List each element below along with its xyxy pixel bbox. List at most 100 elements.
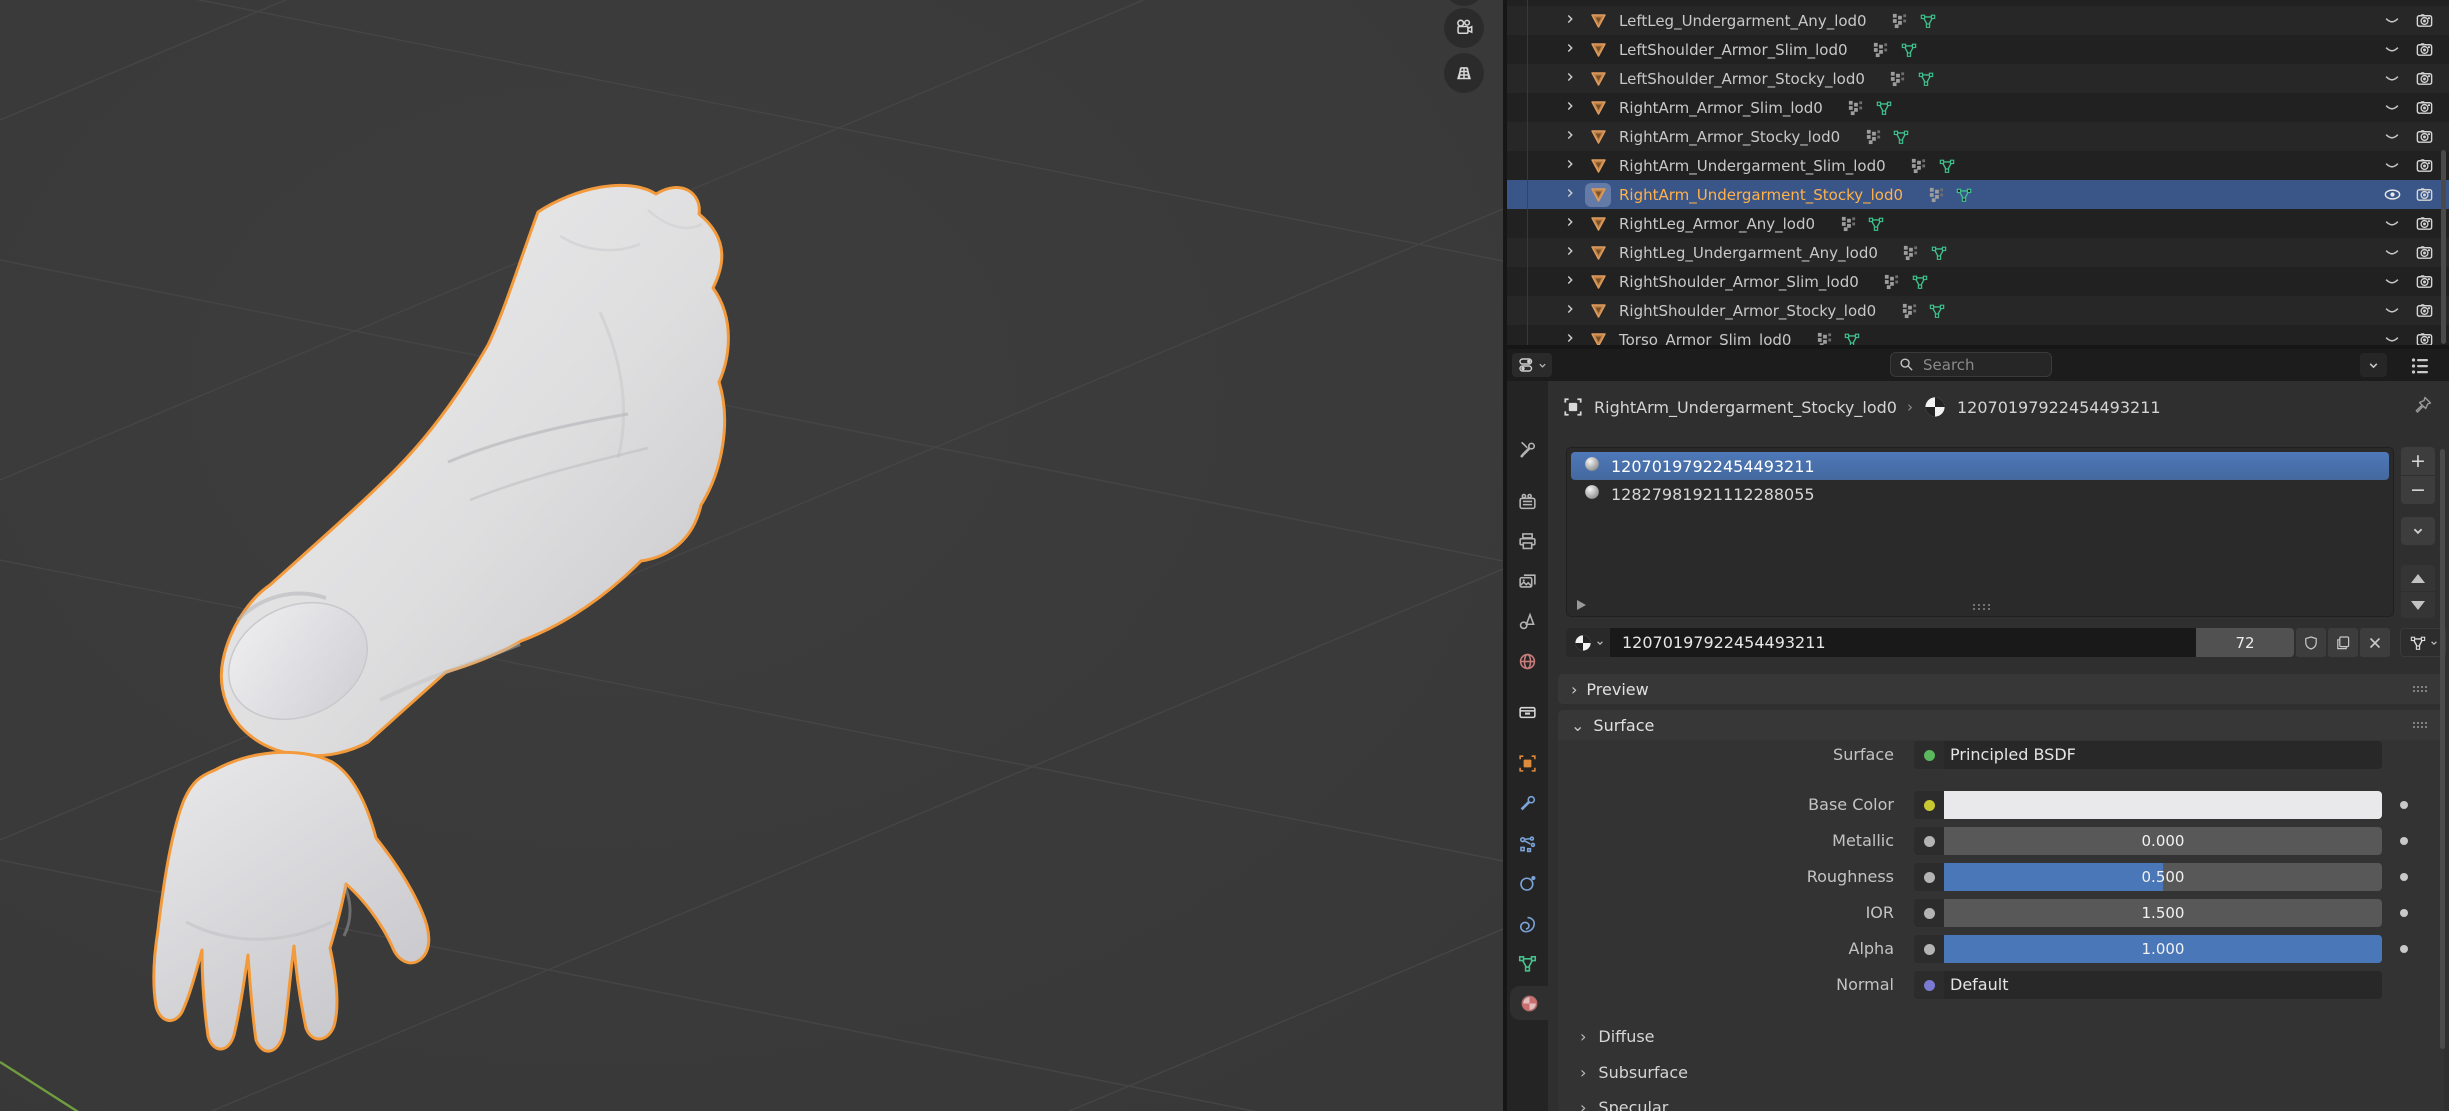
- material-name-field[interactable]: [1610, 628, 2196, 657]
- tab-physics[interactable]: [1507, 866, 1548, 900]
- subpanel-diffuse[interactable]: ›Diffuse: [1558, 1022, 2444, 1050]
- properties-search[interactable]: [1890, 352, 2052, 377]
- tab-view-layer[interactable]: [1507, 564, 1548, 598]
- camera-restrict-icon[interactable]: [2413, 154, 2435, 176]
- header-collapse-button[interactable]: [2360, 353, 2387, 377]
- search-input[interactable]: [1921, 355, 2035, 375]
- animate-decorator-dot[interactable]: [2400, 909, 2408, 917]
- alpha-slider[interactable]: 1.000: [1914, 935, 2382, 963]
- outliner-row[interactable]: RightLeg_Armor_Any_lod0: [1507, 209, 2449, 238]
- outliner-row[interactable]: RightArm_Armor_Stocky_lod0: [1507, 122, 2449, 151]
- metallic-slider[interactable]: 0.000: [1914, 827, 2382, 855]
- material-slot[interactable]: 12827981921112288055: [1571, 480, 2389, 508]
- tab-tool[interactable]: [1507, 433, 1548, 467]
- header-options-button[interactable]: [2406, 353, 2433, 377]
- eye-closed-icon[interactable]: [2381, 125, 2403, 147]
- expand-chevron-icon[interactable]: [1563, 11, 1585, 30]
- unlink-material-button[interactable]: [2360, 628, 2390, 657]
- outliner-item-label[interactable]: LeftShoulder_Armor_Slim_lod0: [1619, 41, 1848, 59]
- preview-panel-header[interactable]: › Preview: [1558, 674, 2444, 704]
- camera-view-gizmo[interactable]: [1444, 8, 1484, 48]
- eye-closed-icon[interactable]: [2381, 241, 2403, 263]
- breadcrumb-material[interactable]: 12070197922454493211: [1957, 398, 2161, 417]
- normal-menu[interactable]: Default: [1914, 971, 2382, 999]
- tab-constraints[interactable]: [1507, 907, 1548, 941]
- outliner-row-selected[interactable]: RightArm_Undergarment_Stocky_lod0: [1507, 180, 2449, 209]
- move-slot-down-button[interactable]: [2401, 592, 2435, 618]
- outliner-row[interactable]: LeftShoulder_Armor_Stocky_lod0: [1507, 64, 2449, 93]
- camera-restrict-icon[interactable]: [2413, 125, 2435, 147]
- add-slot-button[interactable]: +: [2401, 447, 2435, 475]
- outliner-item-label[interactable]: RightLeg_Armor_Any_lod0: [1619, 215, 1815, 233]
- animate-decorator-dot[interactable]: [2400, 837, 2408, 845]
- editor-divider-horizontal[interactable]: [1503, 345, 2449, 349]
- outliner-row[interactable]: RightArm_Undergarment_Slim_lod0: [1507, 151, 2449, 180]
- move-slot-up-button[interactable]: [2401, 565, 2435, 591]
- properties-scrollbar[interactable]: [2440, 449, 2445, 1049]
- outliner-row[interactable]: LeftLeg_Undergarment_Any_lod0: [1507, 6, 2449, 35]
- surface-menu[interactable]: Principled BSDF: [1914, 741, 2382, 769]
- tab-output[interactable]: [1507, 524, 1548, 558]
- camera-restrict-icon[interactable]: [2413, 38, 2435, 60]
- eye-closed-icon[interactable]: [2381, 270, 2403, 292]
- expand-chevron-icon[interactable]: [1563, 330, 1585, 345]
- surface-panel-header[interactable]: ⌄ Surface: [1558, 710, 2444, 740]
- panel-drag-grip[interactable]: [2412, 685, 2430, 694]
- tab-scene[interactable]: [1507, 604, 1548, 638]
- expand-chevron-icon[interactable]: [1563, 40, 1585, 59]
- tab-material[interactable]: [1510, 986, 1548, 1020]
- eye-closed-icon[interactable]: [2381, 38, 2403, 60]
- tab-world[interactable]: [1507, 644, 1548, 678]
- fake-user-button[interactable]: [2296, 628, 2326, 657]
- outliner-scrollbar[interactable]: [2441, 150, 2446, 344]
- eye-closed-icon[interactable]: [2381, 67, 2403, 89]
- expand-chevron-icon[interactable]: [1563, 69, 1585, 88]
- eye-closed-icon[interactable]: [2381, 9, 2403, 31]
- tab-modifiers[interactable]: [1507, 786, 1548, 820]
- outliner-row[interactable]: LeftShoulder_Armor_Slim_lod0: [1507, 35, 2449, 64]
- camera-restrict-icon[interactable]: [2413, 67, 2435, 89]
- grid-floor-gizmo[interactable]: [1444, 53, 1484, 93]
- eye-closed-icon[interactable]: [2381, 299, 2403, 321]
- expand-chevron-icon[interactable]: [1563, 127, 1585, 146]
- base-color-swatch[interactable]: [1914, 791, 2382, 819]
- outliner-item-label[interactable]: RightArm_Undergarment_Stocky_lod0: [1619, 186, 1903, 204]
- outliner-item-label[interactable]: RightShoulder_Armor_Stocky_lod0: [1619, 302, 1876, 320]
- expand-chevron-icon[interactable]: [1563, 0, 1585, 1]
- ior-slider[interactable]: 1.500: [1914, 899, 2382, 927]
- subpanel-subsurface[interactable]: ›Subsurface: [1558, 1058, 2444, 1086]
- outliner-row[interactable]: RightArm_Armor_Slim_lod0: [1507, 93, 2449, 122]
- eye-closed-icon[interactable]: [2381, 0, 2403, 2]
- outliner-row[interactable]: RightLeg_Undergarment_Any_lod0: [1507, 238, 2449, 267]
- camera-restrict-icon[interactable]: [2413, 0, 2435, 2]
- expand-chevron-icon[interactable]: [1563, 272, 1585, 291]
- outliner-item-label[interactable]: RightShoulder_Armor_Slim_lod0: [1619, 273, 1859, 291]
- material-slot-selected[interactable]: 12070197922454493211: [1571, 452, 2389, 480]
- list-resize-grip[interactable]: [1971, 602, 1991, 612]
- expand-chevron-icon[interactable]: [1563, 301, 1585, 320]
- eye-closed-icon[interactable]: [2381, 212, 2403, 234]
- slot-specials-menu[interactable]: [2401, 517, 2435, 545]
- outliner-item-label[interactable]: RightLeg_Undergarment_Any_lod0: [1619, 244, 1878, 262]
- outliner-item-label[interactable]: RightArm_Armor_Slim_lod0: [1619, 99, 1823, 117]
- material-users-count[interactable]: 72: [2196, 628, 2294, 657]
- tab-particles[interactable]: [1507, 827, 1548, 861]
- panel-drag-grip[interactable]: [2412, 721, 2430, 730]
- expand-chevron-icon[interactable]: [1563, 214, 1585, 233]
- outliner-item-label[interactable]: RightArm_Undergarment_Slim_lod0: [1619, 157, 1886, 175]
- outliner-row[interactable]: RightShoulder_Armor_Stocky_lod0: [1507, 296, 2449, 325]
- camera-restrict-icon[interactable]: [2413, 183, 2435, 205]
- list-filter-toggle[interactable]: [1577, 600, 1586, 610]
- tab-collection[interactable]: [1507, 694, 1548, 728]
- outliner-row[interactable]: Torso_Armor_Slim_lod0: [1507, 325, 2449, 345]
- tab-object-data[interactable]: [1507, 946, 1548, 980]
- editor-type-button[interactable]: [1512, 353, 1552, 377]
- expand-chevron-icon[interactable]: [1563, 156, 1585, 175]
- remove-slot-button[interactable]: −: [2401, 476, 2435, 504]
- outliner-item-label[interactable]: Torso_Armor_Slim_lod0: [1619, 331, 1791, 346]
- camera-restrict-icon[interactable]: [2413, 212, 2435, 234]
- browse-material-button[interactable]: [1566, 628, 1610, 657]
- 3d-viewport[interactable]: [0, 0, 1503, 1111]
- outliner-item-label[interactable]: LeftLeg_Undergarment_Any_lod0: [1619, 12, 1867, 30]
- tab-render[interactable]: [1507, 485, 1548, 519]
